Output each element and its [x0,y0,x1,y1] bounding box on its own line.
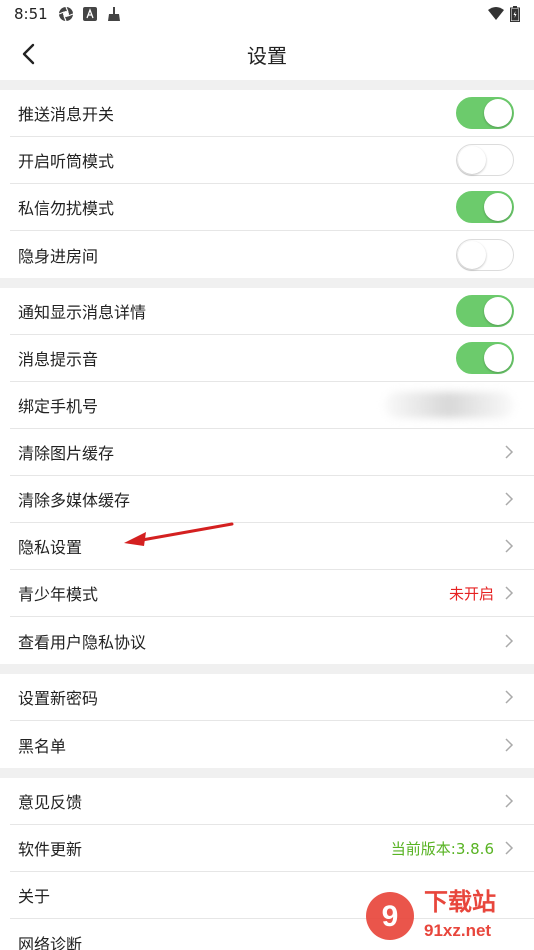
watermark-site: 91xz.net [424,921,491,940]
row-label: 青少年模式 [18,585,99,604]
status-bar: 8:51 [0,0,534,28]
row-label: 通知显示消息详情 [18,303,147,322]
row-label: 清除图片缓存 [18,444,115,463]
chevron-right-icon [505,794,514,808]
row-clear-image-cache[interactable]: 清除图片缓存 [10,429,534,476]
row-label: 查看用户隐私协议 [18,632,147,652]
row-label: 意见反馈 [18,793,83,812]
status-time: 8:51 [14,5,48,23]
row-label: 开启听筒模式 [18,152,115,171]
chevron-right-icon [505,737,514,752]
notification-details-toggle[interactable] [456,295,514,327]
invisible-entry-toggle[interactable] [456,238,514,271]
earpiece-mode-toggle[interactable] [456,144,514,176]
row-label: 消息提示音 [18,350,99,369]
row-label: 清除多媒体缓存 [18,491,131,510]
row-privacy-policy[interactable]: 查看用户隐私协议 [10,617,534,664]
row-dm-do-not-disturb: 私信勿扰模式 [10,184,534,231]
message-sound-toggle[interactable] [456,342,514,374]
chevron-right-icon [505,633,514,648]
row-label: 推送消息开关 [18,105,115,124]
row-bind-phone[interactable]: 绑定手机号 [10,382,534,429]
row-label: 私信勿扰模式 [18,199,115,218]
row-push-notifications: 推送消息开关 [10,90,534,137]
settings-group-2: 通知显示消息详情 消息提示音 绑定手机号 清除图片缓存 清除多媒体缓存 隐私设置… [0,288,534,664]
row-invisible-entry: 隐身进房间 [10,231,534,278]
row-label: 黑名单 [18,736,67,756]
row-label: 软件更新 [18,840,83,859]
row-earpiece-mode: 开启听筒模式 [10,137,534,184]
current-version: 当前版本:3.8.6 [390,839,494,858]
row-message-sound: 消息提示音 [10,335,534,382]
watermark-brand: 下载站 [424,888,496,916]
row-feedback[interactable]: 意见反馈 [10,778,534,825]
chevron-right-icon [505,539,514,553]
row-label: 隐私设置 [18,538,83,557]
broom-icon [107,7,120,21]
row-set-new-password[interactable]: 设置新密码 [10,674,534,721]
page-title: 设置 [247,43,287,68]
row-label: 设置新密码 [18,689,99,708]
row-privacy-settings[interactable]: 隐私设置 [10,523,534,570]
blurred-phone-number [384,392,514,418]
row-teen-mode[interactable]: 青少年模式 未开启 [10,570,534,617]
title-bar: 设置 [0,28,534,80]
row-clear-media-cache[interactable]: 清除多媒体缓存 [10,476,534,523]
app-notification-icon [82,7,97,21]
battery-icon [510,6,520,22]
teen-mode-status: 未开启 [448,584,494,603]
aperture-icon [58,6,73,22]
dm-dnd-toggle[interactable] [456,191,514,223]
back-button[interactable] [14,40,42,68]
row-software-update[interactable]: 软件更新 当前版本:3.8.6 [10,825,534,872]
chevron-right-icon [505,586,514,600]
settings-group-3: 设置新密码 黑名单 [0,674,534,768]
row-notification-details: 通知显示消息详情 [10,288,534,335]
push-notifications-toggle[interactable] [456,97,514,129]
wifi-icon [488,7,504,20]
chevron-right-icon [505,445,514,459]
status-right [488,6,520,22]
watermark-logo-text: 9 [382,900,399,933]
chevron-right-icon [505,690,514,704]
row-blacklist[interactable]: 黑名单 [10,721,534,768]
chevron-left-icon [22,43,35,65]
chevron-right-icon [505,492,514,506]
settings-group-1: 推送消息开关 开启听筒模式 私信勿扰模式 隐身进房间 [0,90,534,278]
watermark-logo: 9 下载站 91xz.net [366,888,496,940]
chevron-right-icon [505,841,514,855]
row-label: 绑定手机号 [18,397,99,416]
settings-screen: 8:51 设置 推送消息开关 开启听筒模式 私信勿扰模式 隐身进房间 通知显示消… [0,0,534,950]
row-label: 隐身进房间 [18,246,99,266]
